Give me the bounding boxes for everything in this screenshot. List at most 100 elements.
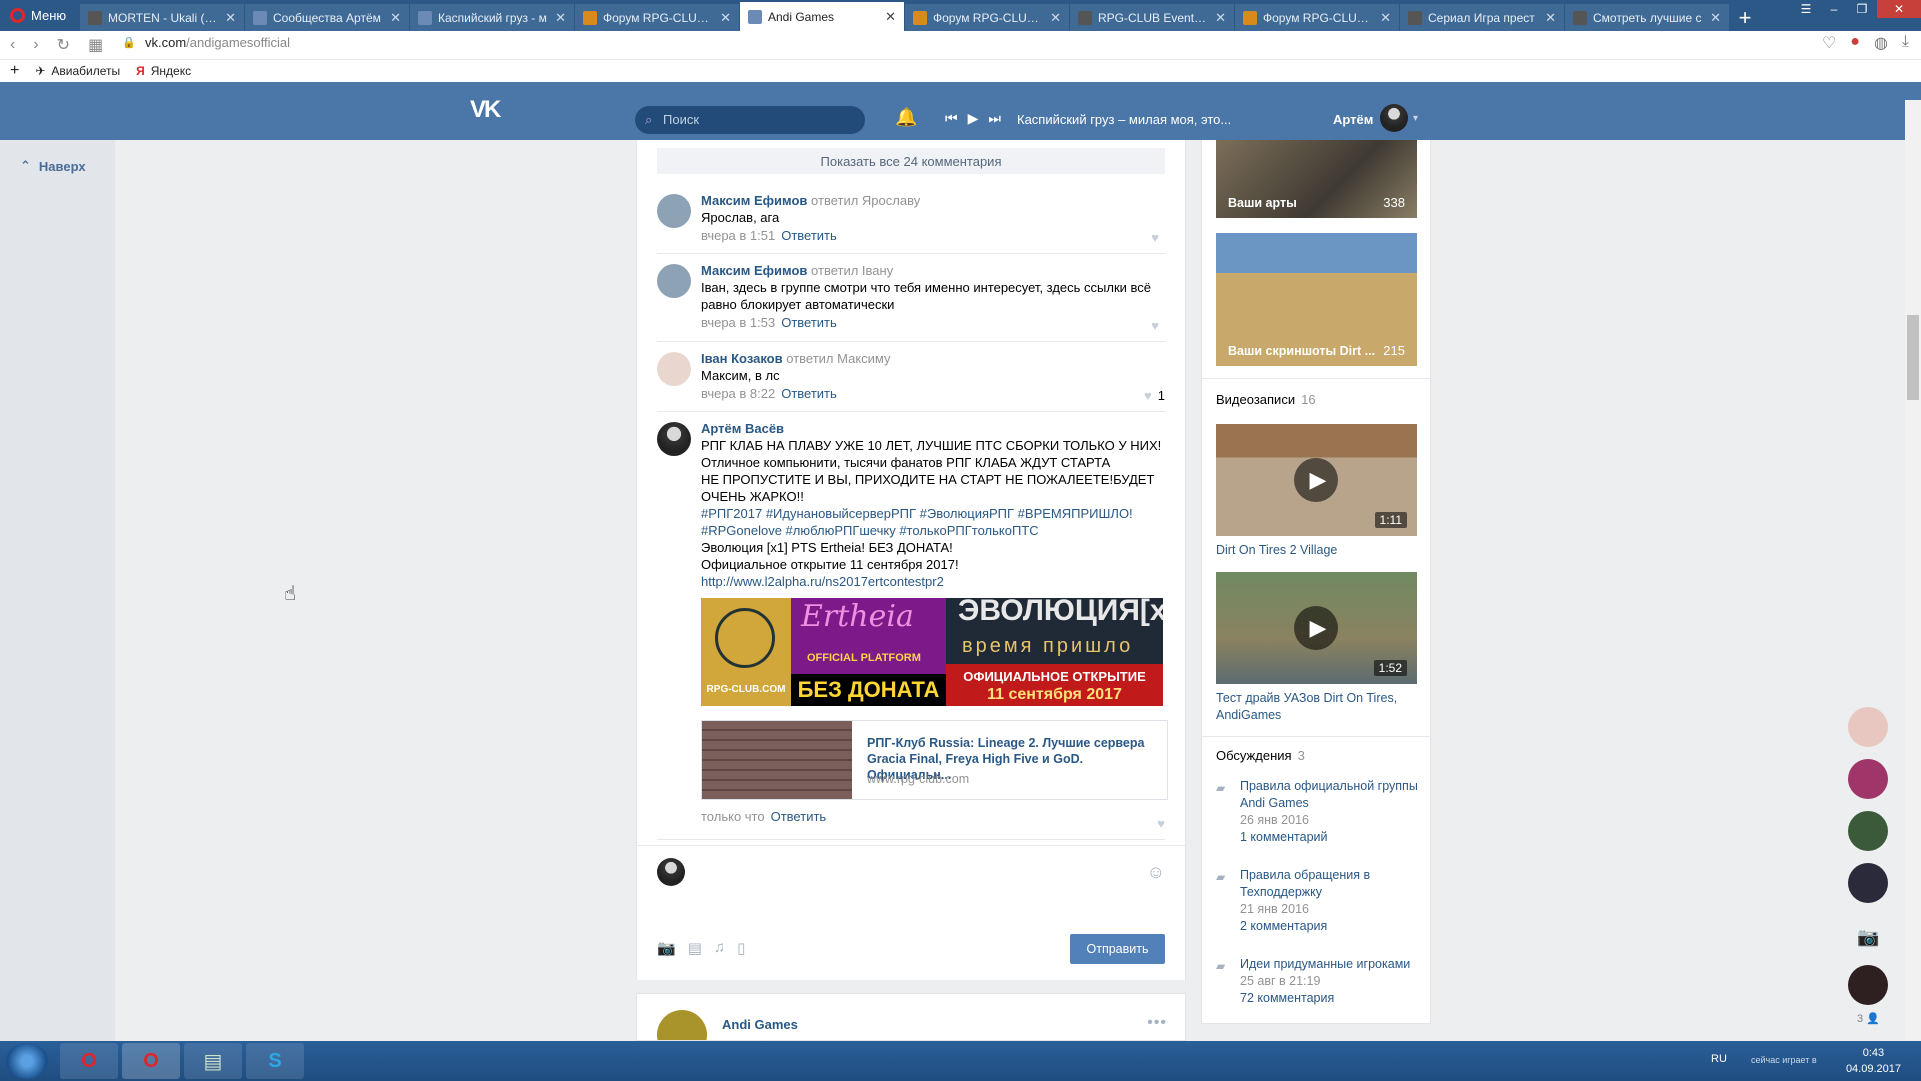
browser-tab-active[interactable]: Andi Games ✕ xyxy=(740,2,904,31)
like-button[interactable]: ♥ xyxy=(1151,230,1165,245)
user-name[interactable]: Артём xyxy=(1333,112,1373,127)
previous-track-icon[interactable]: ⏮ xyxy=(945,110,958,127)
discussions-header[interactable]: Обсуждения 3 xyxy=(1216,748,1305,763)
vk-logo[interactable]: VK xyxy=(470,96,501,124)
reply-link[interactable]: Ответить xyxy=(781,315,837,330)
reply-link[interactable]: Ответить xyxy=(781,228,837,243)
search-input[interactable]: ⌕ Поиск xyxy=(635,106,865,134)
photo-album[interactable]: Ваши арты 338 xyxy=(1216,140,1417,218)
video-thumbnail[interactable]: ▶ 1:52 xyxy=(1216,572,1417,684)
reply-link[interactable]: Ответить xyxy=(781,386,837,401)
close-tab-icon[interactable]: ✕ xyxy=(390,10,401,26)
close-tab-icon[interactable]: ✕ xyxy=(885,9,896,25)
discussion-comments[interactable]: 1 комментарий xyxy=(1240,829,1421,846)
close-tab-icon[interactable]: ✕ xyxy=(1710,10,1721,26)
link-preview-card[interactable]: РПГ-Клуб Russia: Lineage 2. Лучшие серве… xyxy=(701,720,1168,800)
comment-time[interactable]: вчера в 8:22 xyxy=(701,386,775,401)
discussion-comments[interactable]: 2 комментария xyxy=(1240,918,1421,935)
discussion-item[interactable]: ▰ Правила официальной группы Andi Games … xyxy=(1216,778,1421,846)
bookmark-aviabilety[interactable]: ✈ Авиабилеты xyxy=(35,64,120,78)
chat-avatar[interactable] xyxy=(1848,707,1888,747)
scrollbar[interactable] xyxy=(1905,100,1921,1040)
reload-icon[interactable]: ↻ xyxy=(57,35,70,55)
comment-input[interactable] xyxy=(697,858,1117,890)
comment-replied-to[interactable]: ответил Ярославу xyxy=(811,193,920,208)
group-avatar[interactable] xyxy=(657,1010,707,1040)
photo-album[interactable]: Ваши скриншоты Dirt ... 215 xyxy=(1216,233,1417,366)
browser-tab[interactable]: Форум RPG-CLUB. Т ✕ xyxy=(905,4,1069,31)
comment-replied-to[interactable]: ответил Максиму xyxy=(786,351,890,366)
chat-count[interactable]: 3 👤 xyxy=(1857,1012,1880,1025)
user-avatar[interactable] xyxy=(1380,104,1408,132)
start-button[interactable] xyxy=(6,1043,48,1079)
browser-tab[interactable]: MORTEN - Ukali (Ori ✕ xyxy=(80,4,244,31)
language-indicator[interactable]: RU xyxy=(1711,1053,1727,1065)
comment-time[interactable]: вчера в 1:53 xyxy=(701,315,775,330)
comment-author[interactable]: Іван Козаков xyxy=(701,351,783,366)
post-url-link[interactable]: http://www.l2alpha.ru/ns2017ertcontestpr… xyxy=(701,573,1165,590)
hashtags[interactable]: #RPGonelove #люблюРПГшечку #толькоРПГтол… xyxy=(701,522,1165,539)
discussion-title[interactable]: Правила обращения в Техподдержку xyxy=(1240,867,1421,901)
notifications-bell-icon[interactable]: 🔔 xyxy=(895,107,917,128)
discussion-item[interactable]: ▰ Правила обращения в Техподдержку 21 ян… xyxy=(1216,867,1421,935)
url-field[interactable]: vk.com/andigamesofficial xyxy=(145,35,290,50)
close-tab-icon[interactable]: ✕ xyxy=(1215,10,1226,26)
comment-replied-to[interactable]: ответил Івану xyxy=(811,263,893,278)
current-track-title[interactable]: Каспийский груз – милая моя, это... xyxy=(1017,112,1231,127)
browser-tab[interactable]: RPG-CLUB Events Sc ✕ xyxy=(1070,4,1234,31)
like-button[interactable]: ♥ xyxy=(1157,816,1165,831)
send-button[interactable]: Отправить xyxy=(1070,934,1165,964)
emoji-icon[interactable]: ☺ xyxy=(1147,862,1165,883)
opera-taskbar-icon[interactable]: O xyxy=(122,1043,180,1079)
browser-tab[interactable]: Смотреть лучшие с ✕ xyxy=(1565,4,1729,31)
scrollbar-thumb[interactable] xyxy=(1907,315,1919,400)
like-button[interactable]: ♥ 1 xyxy=(1144,388,1165,403)
download-icon[interactable]: ⤓ xyxy=(1902,33,1909,53)
chat-avatar[interactable] xyxy=(1848,759,1888,799)
show-all-comments-button[interactable]: Показать все 24 комментария xyxy=(657,148,1165,174)
close-tab-icon[interactable]: ✕ xyxy=(555,10,566,26)
video-thumbnail[interactable]: ▶ 1:11 xyxy=(1216,424,1417,536)
video-title[interactable]: Тест драйв УАЗов Dirt On Tires, AndiGame… xyxy=(1216,690,1416,724)
forward-icon[interactable]: › xyxy=(33,36,38,54)
vpn-globe-icon[interactable]: ◍ xyxy=(1874,33,1888,53)
promo-banner-image[interactable]: RPG-CLUB.COM Ertheia OFFICIAL PLATFORM Б… xyxy=(701,598,1163,706)
video-title[interactable]: Dirt On Tires 2 Village xyxy=(1216,542,1416,559)
hashtags[interactable]: #РПГ2017 #ИдунановыйсерверРПГ #ЭволюцияР… xyxy=(701,505,1165,522)
comment-author[interactable]: Артём Васёв xyxy=(701,420,1165,437)
chat-avatar[interactable] xyxy=(1848,965,1888,1005)
clock[interactable]: 0:43 04.09.2017 xyxy=(1846,1045,1901,1077)
music-note-icon[interactable]: ♫ xyxy=(714,939,725,957)
browser-tab[interactable]: Форум RPG-CLUB. Т ✕ xyxy=(1235,4,1399,31)
browser-tab[interactable]: Каспийский груз - м ✕ xyxy=(410,4,574,31)
minimize-icon[interactable]: – xyxy=(1821,0,1847,18)
like-button[interactable]: ♥ xyxy=(1151,318,1165,333)
close-tab-icon[interactable]: ✕ xyxy=(720,10,731,26)
chevron-down-icon[interactable]: ▾ xyxy=(1413,113,1418,124)
discussion-comments[interactable]: 72 комментария xyxy=(1240,990,1421,1007)
new-tab-button[interactable]: + xyxy=(1730,4,1760,31)
browser-tab[interactable]: Форум RPG-CLUB. Т ✕ xyxy=(575,4,739,31)
close-tab-icon[interactable]: ✕ xyxy=(1545,10,1556,26)
close-window-icon[interactable]: ✕ xyxy=(1877,0,1921,18)
heart-bookmark-icon[interactable]: ♡ xyxy=(1822,33,1836,53)
browser-menu-button[interactable]: Меню xyxy=(0,0,80,31)
comment-avatar[interactable] xyxy=(657,352,691,386)
close-tab-icon[interactable]: ✕ xyxy=(1050,10,1061,26)
play-icon[interactable]: ▶ xyxy=(968,110,979,127)
discussion-title[interactable]: Правила официальной группы Andi Games xyxy=(1240,778,1421,812)
bookmark-yandex[interactable]: Я Яндекс xyxy=(136,64,191,78)
video-icon[interactable]: ▤ xyxy=(688,939,702,957)
browser-tab[interactable]: Сериал Игра прест ✕ xyxy=(1400,4,1564,31)
camera-icon[interactable]: 📷 xyxy=(657,939,676,957)
next-post-author[interactable]: Andi Games xyxy=(722,1017,798,1032)
discussion-title[interactable]: Идеи придуманные игроками xyxy=(1240,956,1421,973)
close-tab-icon[interactable]: ✕ xyxy=(1380,10,1391,26)
discussion-item[interactable]: ▰ Идеи придуманные игроками 25 авг в 21:… xyxy=(1216,956,1421,1007)
opera-taskbar-icon[interactable]: O xyxy=(60,1043,118,1079)
comment-author[interactable]: Максим Ефимов xyxy=(701,193,807,208)
tab-menu-icon[interactable]: ☰ xyxy=(1793,0,1819,18)
maximize-icon[interactable]: ❐ xyxy=(1849,0,1875,18)
comment-time[interactable]: вчера в 1:51 xyxy=(701,228,775,243)
chat-avatar[interactable] xyxy=(1848,811,1888,851)
